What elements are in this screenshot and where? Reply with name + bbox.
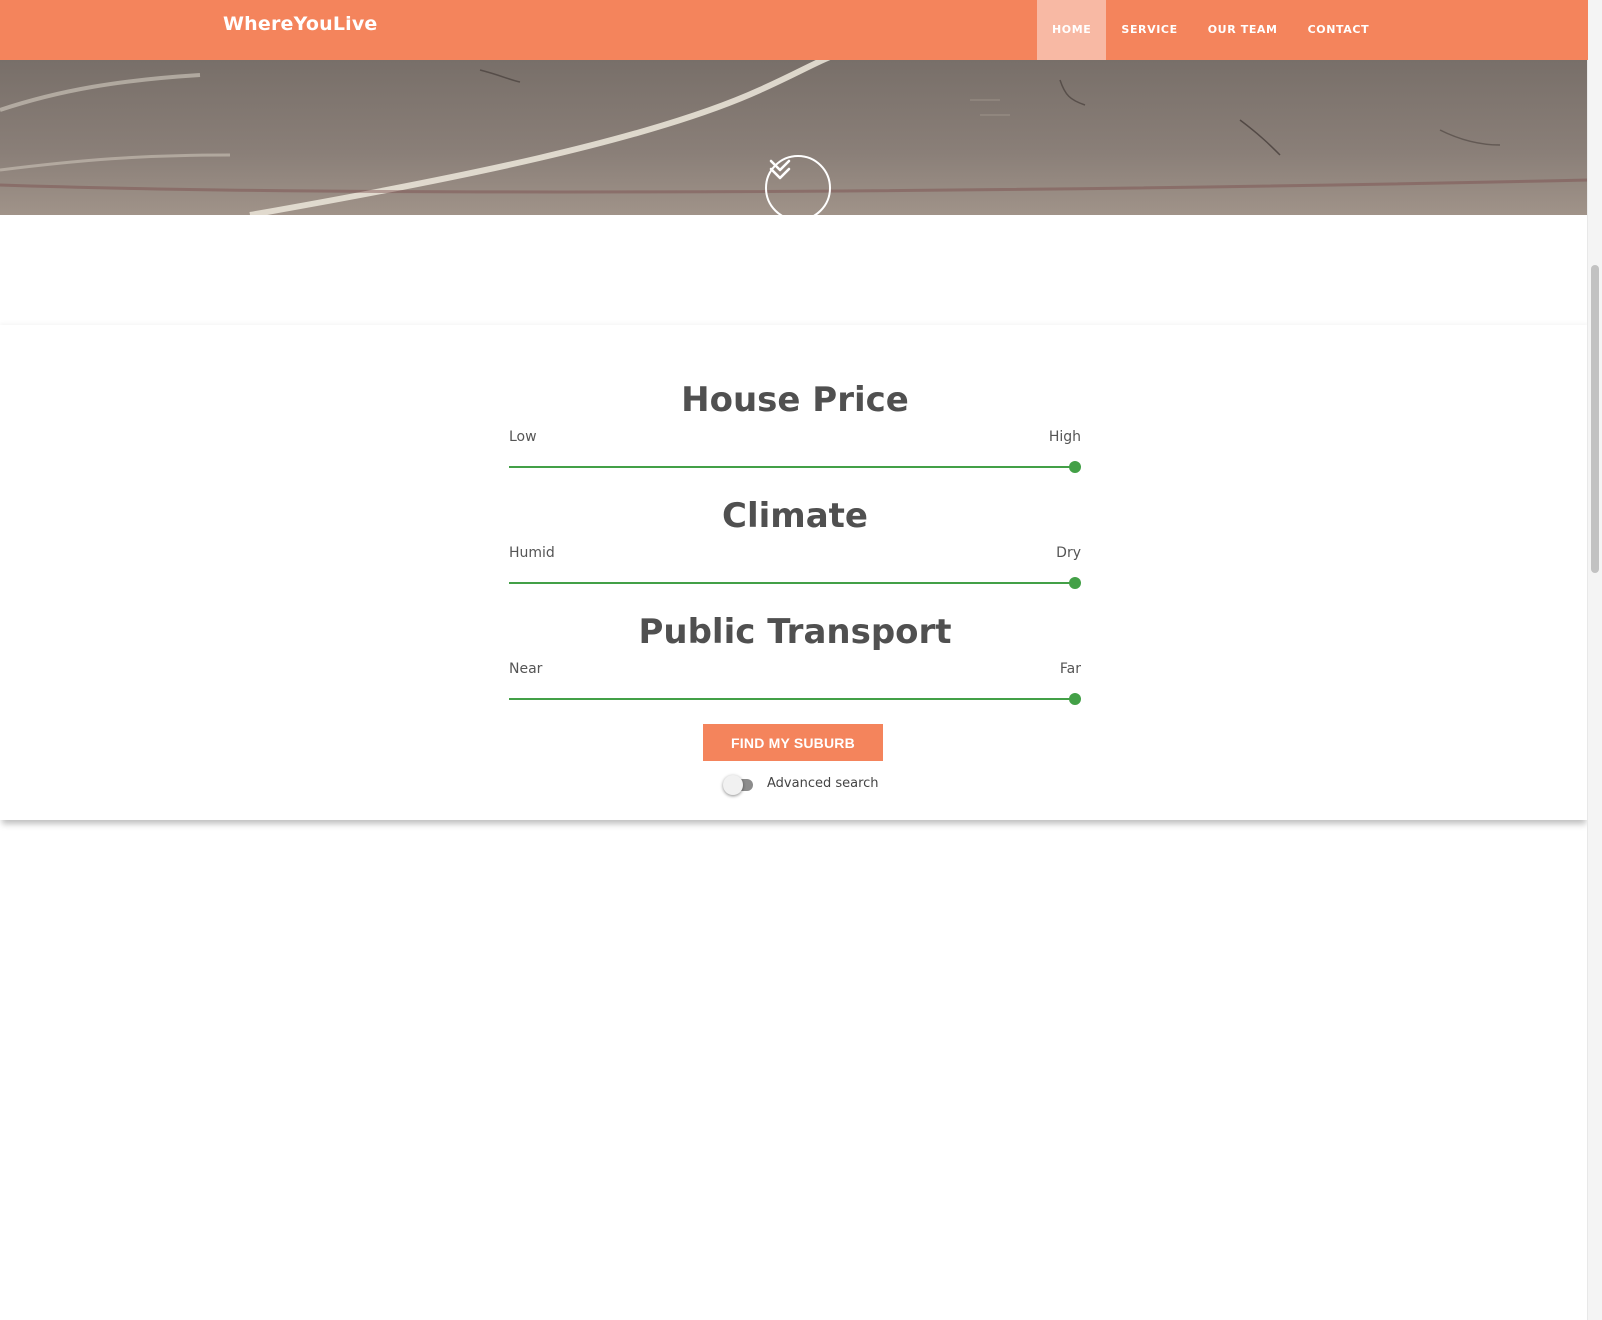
slider-min-label: Low	[509, 429, 537, 445]
top-navbar: WhereYouLive HOME SERVICE OUR TEAM CONTA…	[0, 0, 1588, 60]
vertical-scrollbar[interactable]	[1587, 0, 1602, 1320]
criterion-house-price: House Price Low High	[509, 380, 1081, 490]
find-my-suburb-button[interactable]: FIND MY SUBURB	[703, 724, 883, 761]
criterion-title: Climate	[722, 496, 868, 536]
slider-track	[509, 582, 1075, 584]
advanced-search-label: Advanced search	[767, 775, 879, 791]
double-chevron-down-icon	[769, 159, 791, 180]
slider-track	[509, 466, 1075, 468]
criterion-climate: Climate Humid Dry	[509, 496, 1081, 606]
scroll-down-button[interactable]	[765, 155, 831, 215]
house-price-slider[interactable]	[509, 460, 1081, 474]
nav-item-contact[interactable]: CONTACT	[1293, 0, 1385, 60]
slider-max-label: Dry	[1056, 545, 1081, 561]
nav-item-home[interactable]: HOME	[1037, 0, 1107, 60]
advanced-search-toggle[interactable]	[723, 773, 755, 795]
criterion-title: Public Transport	[638, 612, 952, 652]
nav-menu: HOME SERVICE OUR TEAM CONTACT	[1037, 0, 1384, 60]
slider-max-label: Far	[1059, 661, 1081, 677]
slider-track	[509, 698, 1075, 700]
advanced-search-row: Advanced search	[723, 772, 879, 795]
climate-slider[interactable]	[509, 576, 1081, 590]
slider-min-label: Near	[509, 661, 543, 677]
hero-banner-image	[0, 60, 1588, 215]
nav-item-our-team[interactable]: OUR TEAM	[1193, 0, 1293, 60]
slider-thumb[interactable]	[1069, 577, 1081, 589]
criterion-title: House Price	[681, 380, 909, 420]
nav-item-service[interactable]: SERVICE	[1106, 0, 1192, 60]
slider-thumb[interactable]	[1069, 461, 1081, 473]
slider-min-label: Humid	[509, 545, 555, 561]
public-transport-slider[interactable]	[509, 692, 1081, 706]
slider-max-label: High	[1048, 429, 1081, 445]
brand-logo[interactable]: WhereYouLive	[223, 13, 378, 35]
toggle-knob	[723, 775, 743, 795]
scrollbar-thumb[interactable]	[1591, 265, 1599, 573]
slider-thumb[interactable]	[1069, 693, 1081, 705]
criterion-public-transport: Public Transport Near Far	[509, 612, 1081, 722]
